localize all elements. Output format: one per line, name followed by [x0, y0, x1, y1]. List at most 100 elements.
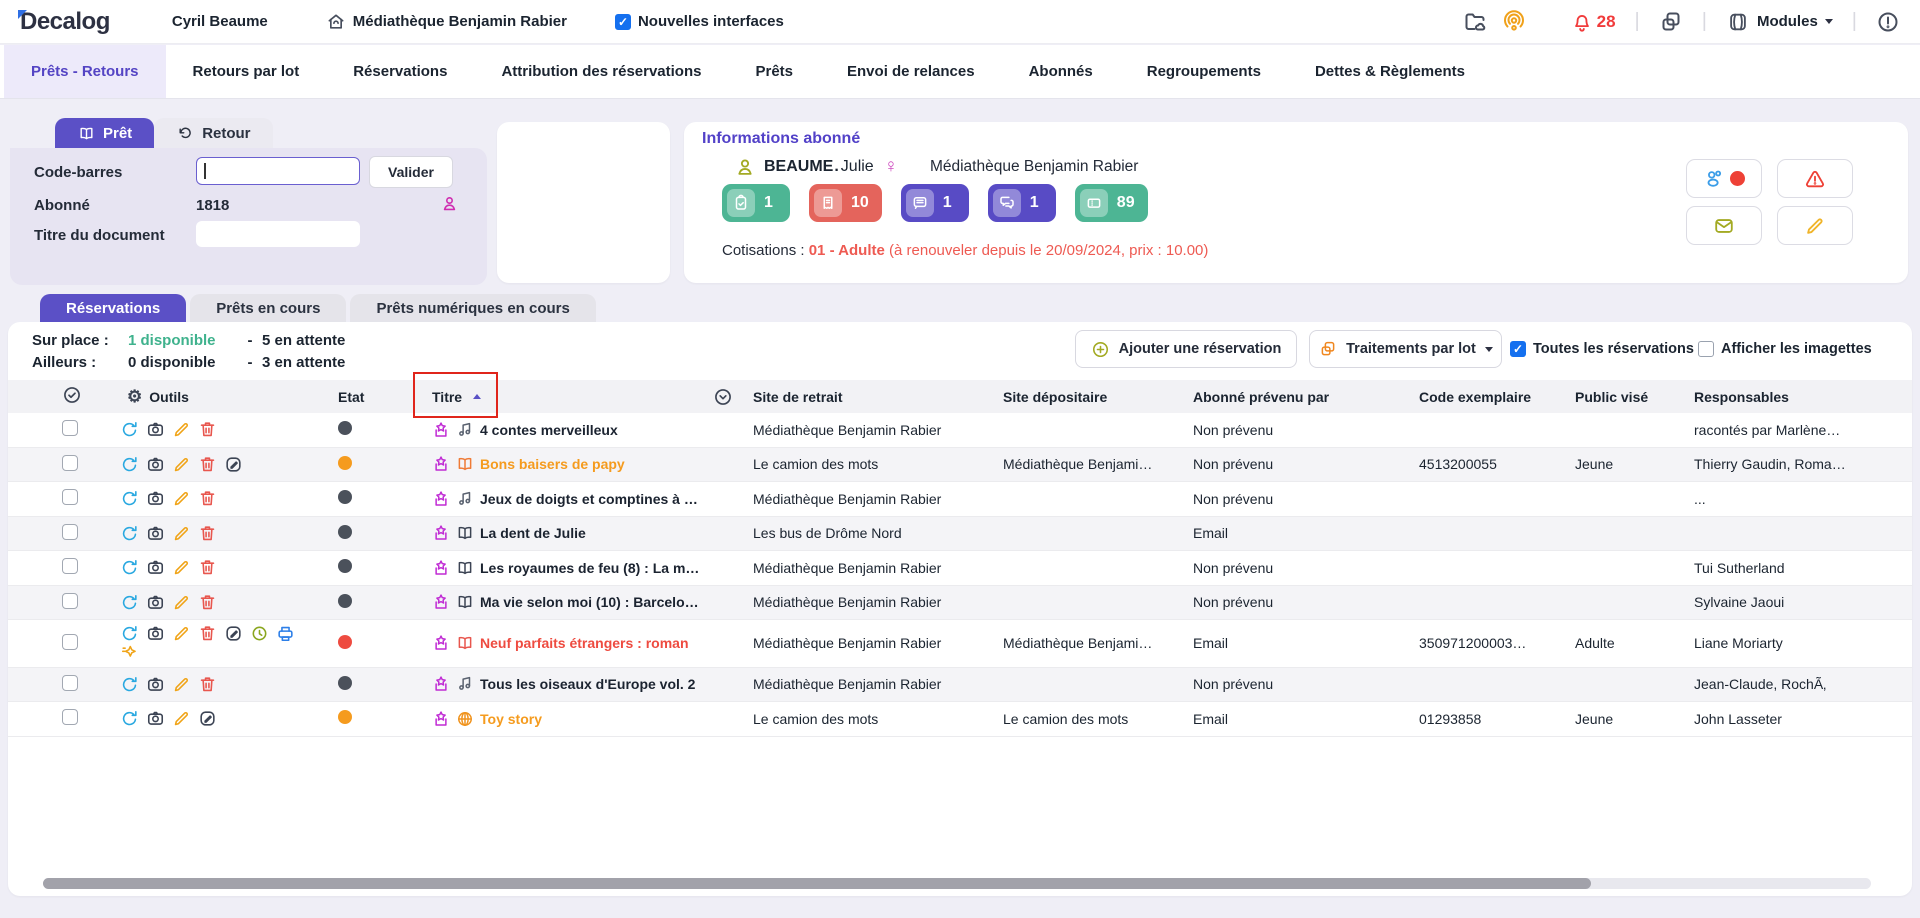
tab-retour[interactable]: Retour: [154, 118, 272, 148]
add-reservation-button[interactable]: Ajouter une réservation: [1075, 330, 1297, 368]
row-checkbox[interactable]: [62, 558, 78, 574]
nav-tab-attribution[interactable]: Attribution des réservations: [474, 45, 728, 98]
nav-tab-prets[interactable]: Prêts: [728, 45, 820, 98]
note-icon[interactable]: [224, 624, 243, 643]
row-checkbox[interactable]: [62, 489, 78, 505]
barcode-input[interactable]: [196, 157, 360, 185]
info-icon[interactable]: [1876, 10, 1900, 34]
document-title[interactable]: 4 contes merveilleux: [480, 422, 618, 438]
col-prevenu[interactable]: Abonné prévenu par: [1185, 389, 1411, 405]
badge-messages[interactable]: 1: [901, 184, 969, 222]
edit-icon[interactable]: [172, 489, 191, 508]
delete-icon[interactable]: [198, 524, 217, 543]
all-reservations-checkbox[interactable]: [1510, 341, 1526, 357]
horizontal-scrollbar[interactable]: [43, 878, 1871, 889]
document-title[interactable]: Toy story: [480, 711, 542, 727]
renew-icon[interactable]: [120, 524, 139, 543]
row-checkbox[interactable]: [62, 524, 78, 540]
row-checkbox[interactable]: [62, 675, 78, 691]
camera-icon[interactable]: [146, 455, 165, 474]
subscriber-lastname[interactable]: BEAUME: [764, 158, 833, 176]
edit-icon[interactable]: [172, 675, 191, 694]
edit-icon[interactable]: [172, 524, 191, 543]
document-title[interactable]: Neuf parfaits étrangers : roman: [480, 635, 689, 651]
modules-menu[interactable]: Modules: [1726, 10, 1833, 34]
camera-icon[interactable]: [146, 489, 165, 508]
col-etat[interactable]: Etat: [330, 389, 420, 405]
edit-icon[interactable]: [172, 455, 191, 474]
row-checkbox[interactable]: [62, 634, 78, 650]
renew-icon[interactable]: [120, 455, 139, 474]
delete-icon[interactable]: [198, 675, 217, 694]
subscriber-mail-button[interactable]: [1686, 206, 1762, 245]
validate-button[interactable]: Valider: [369, 156, 453, 188]
tab-pret[interactable]: Prêt: [55, 118, 154, 148]
camera-icon[interactable]: [146, 420, 165, 439]
renew-icon[interactable]: [120, 489, 139, 508]
batch-actions-button[interactable]: Traitements par lot: [1309, 330, 1502, 368]
renew-icon[interactable]: [120, 709, 139, 728]
subscriber-alerts-button[interactable]: [1777, 159, 1853, 198]
delete-icon[interactable]: [198, 455, 217, 474]
renew-icon[interactable]: [120, 593, 139, 612]
document-title[interactable]: Les royaumes de feu (8) : La missi: [480, 560, 700, 576]
note-icon[interactable]: [198, 709, 217, 728]
note-icon[interactable]: [224, 455, 243, 474]
subscriber-edit-button[interactable]: [1777, 206, 1853, 245]
column-options-icon[interactable]: [713, 387, 733, 407]
nav-tab-relances[interactable]: Envoi de relances: [820, 45, 1002, 98]
renew-icon[interactable]: [120, 675, 139, 694]
new-interfaces-checkbox[interactable]: [615, 14, 631, 30]
nav-tab-reservations[interactable]: Réservations: [326, 45, 474, 98]
delete-icon[interactable]: [198, 420, 217, 439]
rfid-icon[interactable]: [1502, 10, 1526, 34]
badge-tickets[interactable]: 89: [1075, 184, 1148, 222]
tab-prets-numeriques[interactable]: Prêts numériques en cours: [350, 294, 595, 322]
nav-tab-dettes[interactable]: Dettes & Règlements: [1288, 45, 1492, 98]
document-title[interactable]: Bons baisers de papy: [480, 456, 625, 472]
camera-icon[interactable]: [146, 709, 165, 728]
subscriber-accounts-button[interactable]: [1686, 159, 1762, 198]
nav-tab-prets-retours[interactable]: Prêts - Retours: [4, 45, 166, 98]
scrollbar-thumb[interactable]: [43, 878, 1591, 889]
current-user[interactable]: Cyril Beaume: [172, 13, 268, 30]
edit-icon[interactable]: [172, 624, 191, 643]
row-checkbox[interactable]: [62, 593, 78, 609]
delete-icon[interactable]: [198, 624, 217, 643]
history-icon[interactable]: [250, 624, 269, 643]
camera-icon[interactable]: [146, 624, 165, 643]
show-thumbnails-checkbox[interactable]: [1698, 341, 1714, 357]
member-person-icon[interactable]: [440, 194, 459, 213]
camera-icon[interactable]: [146, 558, 165, 577]
notifications-button[interactable]: 28: [1571, 11, 1616, 33]
col-site-retrait[interactable]: Site de retrait: [745, 389, 995, 405]
badge-fees[interactable]: 10: [809, 184, 882, 222]
row-checkbox[interactable]: [62, 420, 78, 436]
edit-icon[interactable]: [172, 709, 191, 728]
delete-icon[interactable]: [198, 558, 217, 577]
col-public[interactable]: Public visé: [1567, 389, 1686, 405]
camera-icon[interactable]: [146, 675, 165, 694]
document-title[interactable]: Jeux de doigts et comptines à ge: [480, 491, 700, 507]
col-site-depositaire[interactable]: Site dépositaire: [995, 389, 1185, 405]
renew-icon[interactable]: [120, 420, 139, 439]
tab-prets-en-cours[interactable]: Prêts en cours: [190, 294, 346, 322]
magic-star-icon[interactable]: [120, 643, 139, 662]
edit-icon[interactable]: [172, 420, 191, 439]
renew-icon[interactable]: [120, 624, 139, 643]
camera-icon[interactable]: [146, 593, 165, 612]
row-checkbox[interactable]: [62, 709, 78, 725]
select-all-icon[interactable]: [62, 385, 82, 405]
printer-icon[interactable]: [276, 624, 295, 643]
nav-tab-regroupements[interactable]: Regroupements: [1120, 45, 1288, 98]
col-code[interactable]: Code exemplaire: [1411, 389, 1567, 405]
folder-cloud-icon[interactable]: [1463, 10, 1487, 34]
windows-icon[interactable]: [1659, 10, 1683, 34]
document-title[interactable]: Ma vie selon moi (10) : Barcelone r: [480, 594, 700, 610]
edit-icon[interactable]: [172, 593, 191, 612]
nav-tab-abonnes[interactable]: Abonnés: [1002, 45, 1120, 98]
edit-icon[interactable]: [172, 558, 191, 577]
row-checkbox[interactable]: [62, 455, 78, 471]
renew-icon[interactable]: [120, 558, 139, 577]
tab-reservations[interactable]: Réservations: [40, 294, 186, 322]
